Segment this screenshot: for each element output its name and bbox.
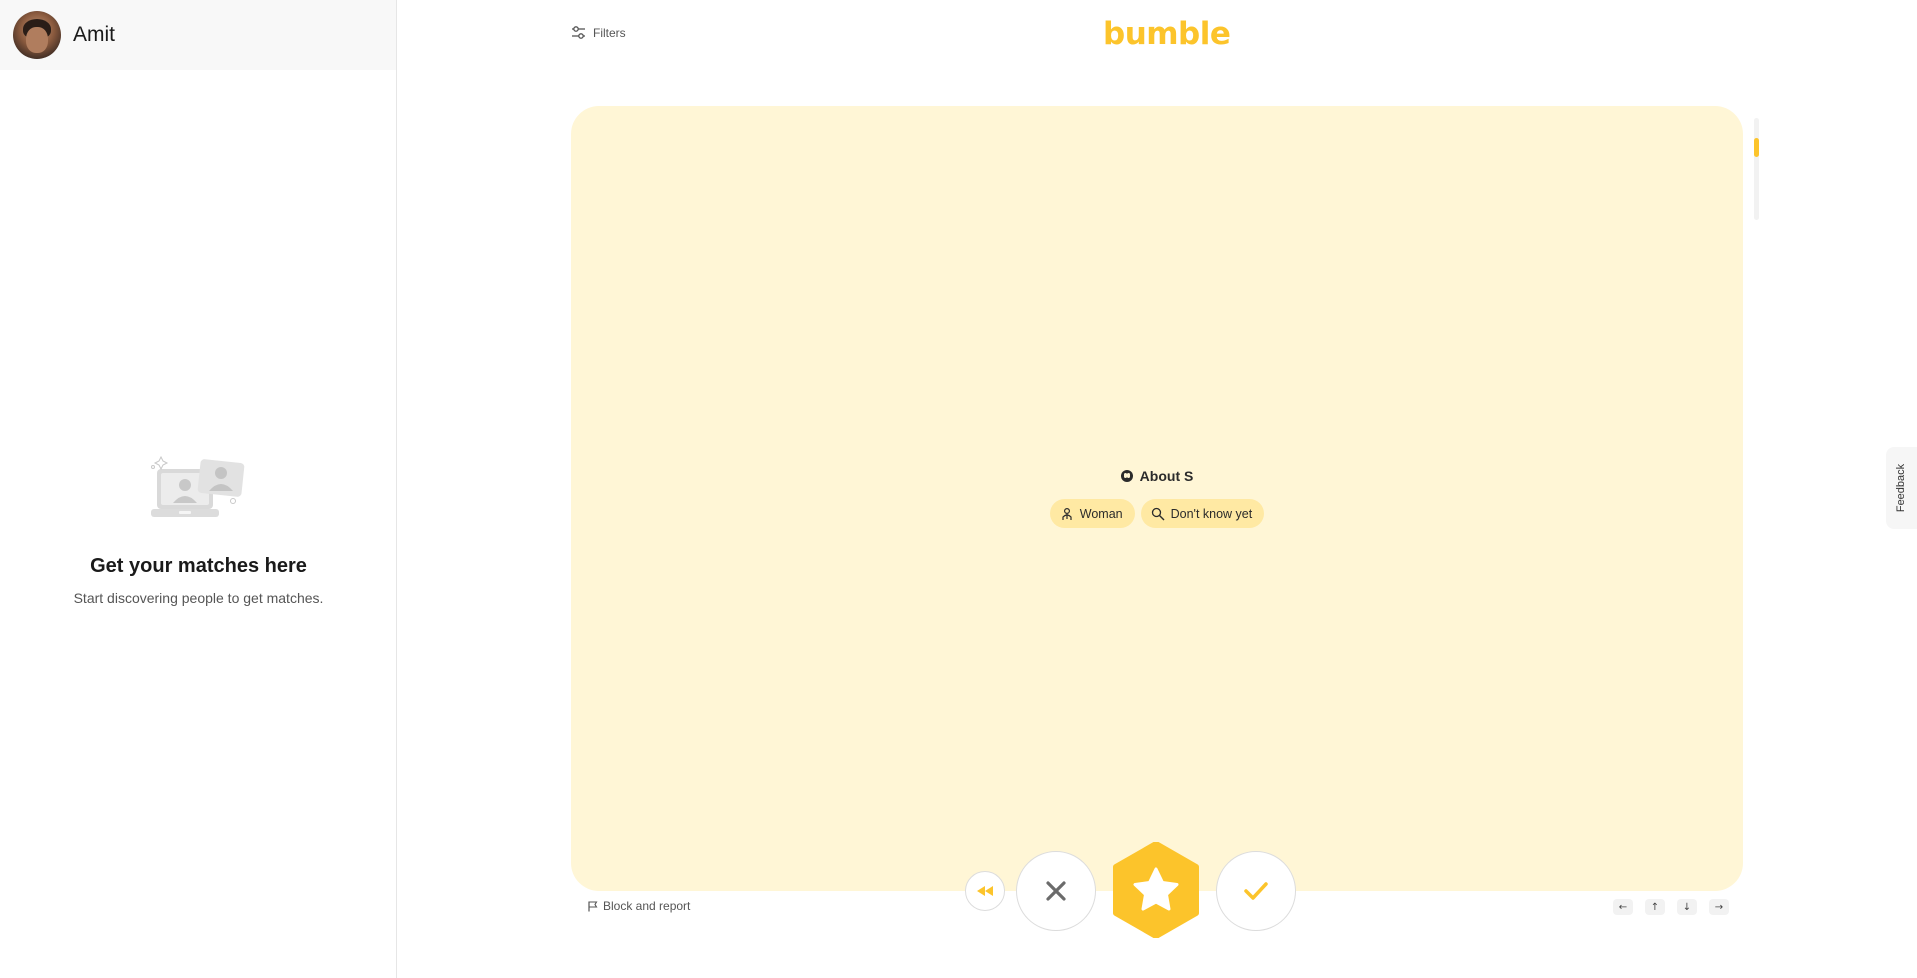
kbd-up: ↑ [1645, 899, 1665, 915]
feedback-tab[interactable]: Feedback [1886, 447, 1917, 529]
close-icon [1046, 881, 1066, 901]
empty-subtitle: Start discovering people to get matches. [73, 590, 324, 606]
empty-title: Get your matches here [90, 555, 307, 577]
superswipe-button[interactable] [1108, 841, 1204, 939]
chip-looking-for-label: Don't know yet [1170, 506, 1253, 521]
bumble-logo[interactable]: bumble [1103, 16, 1231, 52]
search-icon [1151, 507, 1165, 520]
about-heading: About S [1120, 468, 1194, 484]
rewind-button[interactable] [965, 871, 1005, 911]
keyboard-hints: ← ↑ ↓ → [1613, 899, 1729, 915]
like-button[interactable] [1216, 851, 1296, 931]
gender-icon [1062, 507, 1072, 520]
photo-progress-rail[interactable] [1754, 118, 1759, 220]
check-icon [1244, 882, 1268, 900]
matches-illustration-icon [150, 455, 244, 517]
pass-button[interactable] [1016, 851, 1096, 931]
kbd-right: → [1709, 899, 1729, 915]
user-name: Amit [73, 23, 115, 46]
quote-icon [1120, 470, 1133, 482]
filters-button[interactable]: Filters [571, 26, 626, 40]
filters-label: Filters [593, 26, 626, 40]
profile-chips: Woman Don't know yet [571, 499, 1743, 528]
kbd-left: ← [1613, 899, 1633, 915]
chip-gender: Woman [1049, 499, 1135, 528]
photo-progress-indicator [1754, 138, 1759, 157]
filters-icon [572, 26, 585, 39]
sidebar: Amit Get your matches here Start discove… [0, 0, 397, 978]
avatar[interactable] [13, 11, 61, 59]
rewind-icon [977, 886, 993, 896]
about-section: About S Woman Don't know yet [571, 468, 1743, 528]
block-report-label: Block and report [603, 899, 691, 913]
chip-looking-for: Don't know yet [1140, 499, 1265, 528]
about-title-text: About S [1139, 468, 1194, 484]
block-and-report-button[interactable]: Block and report [588, 899, 690, 913]
kbd-down: ↓ [1677, 899, 1697, 915]
profile-card[interactable]: About S Woman Don't know yet [571, 106, 1743, 891]
feedback-label: Feedback [1895, 463, 1908, 513]
matches-empty-state: Get your matches here Start discovering … [0, 455, 397, 606]
chip-gender-label: Woman [1079, 506, 1123, 521]
profile-header[interactable]: Amit [0, 0, 396, 70]
flag-icon [588, 900, 598, 911]
